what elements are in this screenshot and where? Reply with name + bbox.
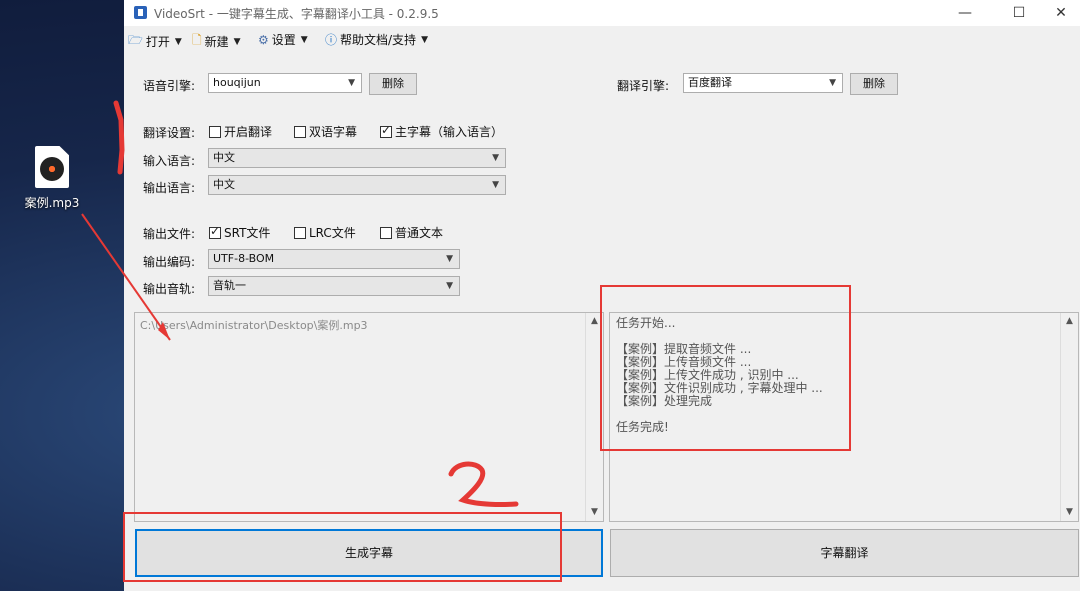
log-line: 任务开始... bbox=[616, 316, 676, 330]
output-file-label: 输出文件: bbox=[143, 227, 196, 241]
speech-delete-button[interactable]: 删除 bbox=[369, 73, 417, 95]
folder-icon: 🗁 bbox=[128, 33, 143, 47]
output-encoding-select[interactable]: UTF-8-BOM ▼ bbox=[208, 249, 460, 269]
output-encoding-label: 输出编码: bbox=[143, 255, 196, 269]
translate-engine-label: 翻译引擎: bbox=[617, 79, 670, 93]
close-button[interactable]: ✕ bbox=[1038, 0, 1080, 26]
window-title: VideoSrt - 一键字幕生成、字幕翻译小工具 - 0.2.9.5 bbox=[154, 7, 439, 21]
scroll-down-icon[interactable]: ▼ bbox=[586, 504, 603, 521]
log-area[interactable]: 任务开始... 【案例】提取音频文件 ... 【案例】上传音频文件 ... 【案例】… bbox=[609, 312, 1079, 522]
generate-subtitle-button[interactable]: 生成字幕 bbox=[135, 529, 603, 577]
scrollbar[interactable]: ▲ ▼ bbox=[585, 313, 603, 521]
gear-icon: ⚙ bbox=[258, 32, 269, 47]
menu-bar: 🗁 打开 ▼ 🗋 新建 ▼ ⚙ 设置 ▼ ⓘ 帮助文档/支持 ▼ bbox=[124, 26, 1080, 52]
menu-open[interactable]: 🗁 打开 ▼ bbox=[128, 31, 182, 52]
file-path: C:\Users\Administrator\Desktop\案例.mp3 bbox=[140, 319, 368, 332]
chevron-down-icon: ▼ bbox=[492, 153, 499, 163]
translate-settings-label: 翻译设置: bbox=[143, 126, 196, 140]
plain-text-checkbox[interactable]: 普通文本 bbox=[380, 224, 443, 241]
step1-mark: 1 bbox=[122, 139, 123, 141]
chevron-down-icon: ▼ bbox=[446, 254, 453, 264]
videosrt-window: VideoSrt - 一键字幕生成、字幕翻译小工具 - 0.2.9.5 — ☐ … bbox=[124, 0, 1080, 591]
log-line: 【案例】处理完成 bbox=[616, 394, 713, 408]
checkbox-box bbox=[294, 226, 306, 239]
chevron-down-icon: ▼ bbox=[829, 78, 836, 88]
output-track-label: 输出音轨: bbox=[143, 282, 196, 296]
chevron-down-icon: ▼ bbox=[492, 180, 499, 190]
desktop-file-label: 案例.mp3 bbox=[24, 196, 80, 210]
log-line: 任务完成! bbox=[616, 420, 669, 434]
file-drop-area[interactable]: C:\Users\Administrator\Desktop\案例.mp3 ▲ … bbox=[134, 312, 604, 522]
main-subtitle-checkbox[interactable]: 主字幕（输入语言） bbox=[380, 123, 503, 140]
chevron-down-icon: ▼ bbox=[174, 36, 182, 47]
chevron-down-icon: ▼ bbox=[348, 78, 355, 88]
input-language-select[interactable]: 中文 ▼ bbox=[208, 148, 506, 168]
menu-help[interactable]: ⓘ 帮助文档/支持 ▼ bbox=[325, 31, 428, 48]
info-icon: ⓘ bbox=[325, 33, 338, 47]
chevron-down-icon: ▼ bbox=[300, 34, 308, 45]
scrollbar[interactable]: ▲ ▼ bbox=[1060, 313, 1078, 521]
enable-translate-checkbox[interactable]: 开启翻译 bbox=[209, 123, 272, 140]
srt-checkbox[interactable]: SRT文件 bbox=[209, 224, 270, 241]
log-text: 任务开始... 【案例】提取音频文件 ... 【案例】上传音频文件 ... 【案例】… bbox=[616, 317, 823, 434]
scroll-up-icon[interactable]: ▲ bbox=[586, 313, 603, 330]
minimize-button[interactable]: — bbox=[942, 0, 988, 26]
output-language-label: 输出语言: bbox=[143, 181, 196, 195]
output-language-select[interactable]: 中文 ▼ bbox=[208, 175, 506, 195]
checkbox-box-checked bbox=[380, 123, 392, 138]
scroll-up-icon[interactable]: ▲ bbox=[1061, 313, 1078, 330]
chevron-down-icon: ▼ bbox=[421, 34, 428, 45]
maximize-button[interactable]: ☐ bbox=[996, 0, 1042, 26]
desktop-file-icon[interactable]: 案例.mp3 bbox=[16, 146, 88, 211]
translate-delete-button[interactable]: 删除 bbox=[850, 73, 898, 95]
chevron-down-icon: ▼ bbox=[233, 36, 241, 47]
input-language-label: 输入语言: bbox=[143, 154, 196, 168]
output-track-select[interactable]: 音轨一 ▼ bbox=[208, 276, 460, 296]
checkbox-box bbox=[380, 226, 392, 239]
checkbox-box bbox=[294, 125, 306, 138]
translate-subtitle-button[interactable]: 字幕翻译 bbox=[610, 529, 1079, 577]
lrc-checkbox[interactable]: LRC文件 bbox=[294, 224, 356, 241]
translate-engine-select[interactable]: 百度翻译 ▼ bbox=[683, 73, 843, 93]
checkbox-box-checked bbox=[209, 224, 221, 239]
menu-settings[interactable]: ⚙ 设置 ▼ bbox=[258, 31, 308, 48]
speech-engine-select[interactable]: houqijun ▼ bbox=[208, 73, 362, 93]
title-bar: VideoSrt - 一键字幕生成、字幕翻译小工具 - 0.2.9.5 — ☐ … bbox=[124, 0, 1080, 26]
new-file-icon: 🗋 bbox=[192, 33, 202, 47]
checkbox-box bbox=[209, 125, 221, 138]
menu-new[interactable]: 🗋 新建 ▼ bbox=[192, 31, 241, 52]
scroll-down-icon[interactable]: ▼ bbox=[1061, 504, 1078, 521]
mp3-file-icon bbox=[35, 146, 69, 188]
speech-engine-label: 语音引擎: bbox=[143, 79, 196, 93]
bilingual-checkbox[interactable]: 双语字幕 bbox=[294, 123, 357, 140]
chevron-down-icon: ▼ bbox=[446, 281, 453, 291]
app-icon bbox=[134, 6, 147, 19]
